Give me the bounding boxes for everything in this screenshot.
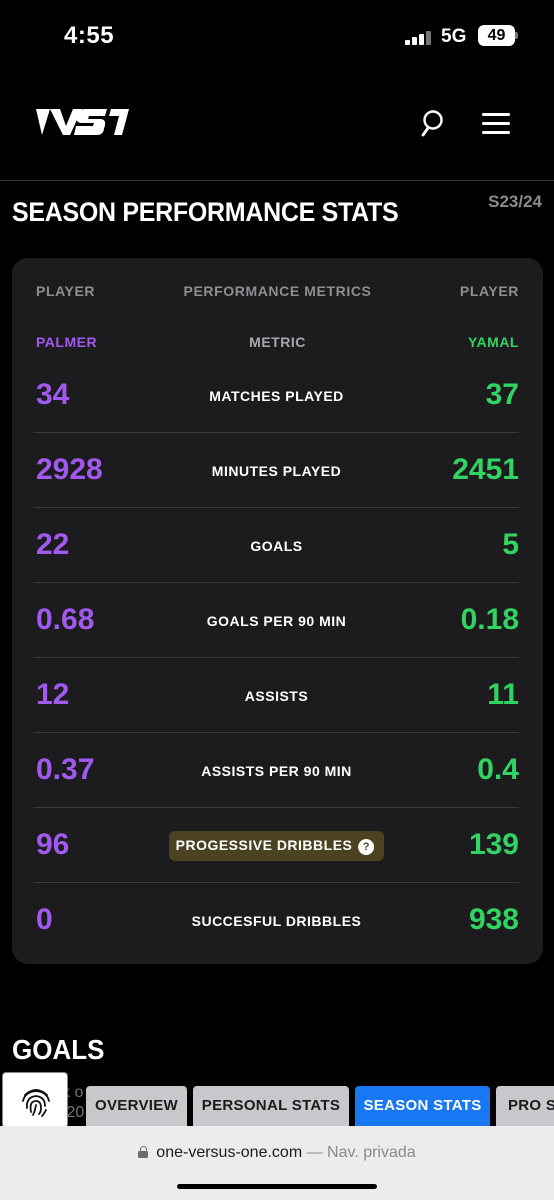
metrics-header: PERFORMANCE METRICS — [183, 283, 372, 299]
stats-card: PLAYER PERFORMANCE METRICS PLAYER PALMER… — [12, 258, 543, 964]
yamal-value: 139 — [468, 828, 519, 861]
palmer-value: 34 — [36, 378, 70, 411]
palmer-value: 0 — [36, 903, 53, 936]
palmer-value: 12 — [36, 678, 70, 711]
left-player-header: PLAYER — [36, 283, 96, 299]
metric-subheader: METRIC — [249, 334, 306, 350]
fingerprint-icon — [22, 1089, 50, 1117]
battery-icon: 49 — [478, 25, 515, 46]
metric-label: MINUTES PLAYED — [211, 463, 342, 479]
lock-icon — [138, 1146, 149, 1158]
stat-row-goals-per-90: 0.68 GOALS PER 90 MIN 0.18 — [34, 583, 519, 658]
status-bar: 4:55 5G 49 — [0, 0, 554, 75]
search-button[interactable] — [420, 108, 450, 138]
stat-row-matches-played: 34 MATCHES PLAYED 37 — [34, 358, 519, 433]
yamal-value: 37 — [485, 378, 519, 411]
palmer-value: 0.68 — [36, 603, 95, 636]
left-player-name: PALMER — [36, 334, 98, 350]
battery-tip — [515, 32, 518, 39]
yamal-value: 938 — [468, 903, 519, 936]
home-indicator[interactable] — [177, 1184, 377, 1189]
search-icon — [421, 110, 443, 137]
signal-icon — [405, 30, 433, 45]
metric-label: PROGESSIVE DRIBBLES — [175, 837, 353, 853]
metric-label: ASSISTS — [244, 688, 309, 704]
logo-mark — [36, 109, 129, 135]
metric-label: GOALS PER 90 MIN — [206, 613, 347, 629]
section-title: SEASON PERFORMANCE STATS — [12, 197, 399, 228]
metric-label: GOALS — [250, 538, 303, 554]
stat-row-successful-dribbles: 0 SUCCESFUL DRIBBLES 938 — [34, 883, 519, 958]
progressive-dribbles-tooltip-trigger[interactable]: PROGESSIVE DRIBBLES? — [168, 831, 385, 861]
season-label: S23/24 — [488, 192, 542, 211]
stat-row-minutes-played: 2928 MINUTES PLAYED 2451 — [34, 433, 519, 508]
stat-row-goals: 22 GOALS 5 — [34, 508, 519, 583]
help-icon[interactable]: ? — [358, 839, 375, 855]
tab-overview[interactable]: OVERVIEW — [86, 1086, 187, 1126]
yamal-value: 11 — [487, 678, 519, 711]
yamal-value: 2451 — [452, 453, 519, 486]
palmer-value: 0.37 — [36, 753, 95, 786]
yamal-value: 0.18 — [460, 603, 519, 636]
metric-label: MATCHES PLAYED — [209, 388, 344, 404]
fingerprint-button[interactable] — [2, 1072, 68, 1128]
tab-season-stats[interactable]: SEASON STATS — [355, 1086, 490, 1126]
stat-row-assists-per-90: 0.37 ASSISTS PER 90 MIN 0.4 — [34, 733, 519, 808]
url-domain: one-versus-one.com — [156, 1144, 303, 1161]
stat-row-progressive-dribbles: 96 PROGESSIVE DRIBBLES? 139 — [34, 808, 519, 883]
hamburger-menu-icon[interactable] — [482, 111, 512, 135]
private-browsing-label: Nav. privada — [327, 1144, 416, 1161]
url-display[interactable]: one-versus-one.com — Nav. privada — [0, 1144, 554, 1162]
palmer-value: 96 — [36, 828, 70, 861]
right-player-header: PLAYER — [459, 283, 519, 299]
url-separator: — — [306, 1144, 323, 1161]
yamal-value: 0.4 — [477, 753, 519, 786]
metric-label: ASSISTS PER 90 MIN — [201, 763, 352, 779]
goals-section-title: GOALS — [12, 1033, 105, 1066]
palmer-value: 2928 — [36, 453, 103, 486]
browser-address-bar: one-versus-one.com — Nav. privada — [0, 1126, 554, 1200]
tab-pro-stats[interactable]: PRO S — [496, 1086, 554, 1126]
status-time: 4:55 — [64, 22, 115, 49]
site-logo[interactable] — [36, 106, 130, 138]
right-player-name: YAMAL — [468, 334, 519, 350]
palmer-value: 22 — [36, 528, 70, 561]
stats-table-header: PLAYER PERFORMANCE METRICS PLAYER — [12, 258, 543, 322]
metric-label: SUCCESFUL DRIBBLES — [191, 913, 362, 929]
network-type: 5G — [441, 26, 467, 47]
site-header — [0, 75, 554, 181]
stat-row-assists: 12 ASSISTS 11 — [34, 658, 519, 733]
tab-personal-stats[interactable]: PERSONAL STATS — [193, 1086, 349, 1126]
yamal-value: 5 — [502, 528, 519, 561]
